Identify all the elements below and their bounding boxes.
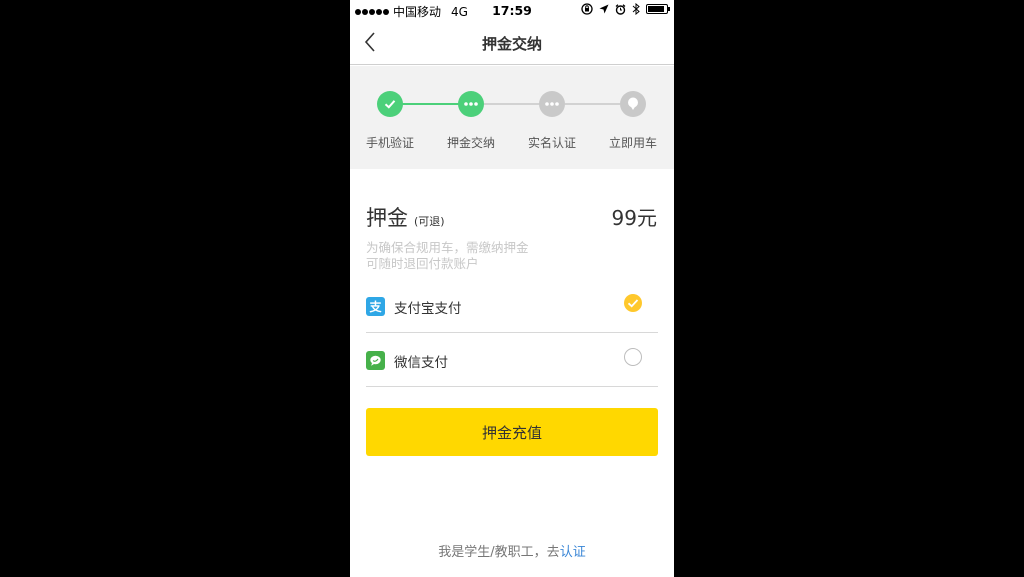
step-label: 手机验证 [365,136,414,150]
step-connector [565,103,620,105]
deposit-refundable-note: (可退) [414,215,445,228]
deposit-desc-line: 为确保合规用车，需缴纳押金 [366,240,529,255]
student-auth-link[interactable]: 认证 [560,545,586,560]
student-auth-text: 我是学生/教职工，去 [438,545,560,560]
battery-icon [646,4,670,14]
step-connector-done [402,103,459,105]
status-bar: 中国移动 4G 17:59 [350,0,674,20]
step-label: 押金交纳 [446,136,495,150]
payment-option-label: 支付宝支付 [394,301,462,317]
payment-option-alipay[interactable]: 支 支付宝支付 [366,283,658,333]
wechat-icon [366,351,385,370]
step-current-icon [458,91,484,117]
page-title: 押金交纳 [481,35,542,53]
check-icon [384,100,396,109]
alipay-icon: 支 [366,297,385,316]
deposit-amount: 99元 [611,206,657,230]
progress-steps: 手机验证 押金交纳 实名认证 立即用车 [350,66,674,169]
orientation-lock-icon [581,3,593,15]
deposit-recharge-button[interactable]: 押金充值 [366,408,658,456]
payment-option-wechat[interactable]: 微信支付 [366,337,658,387]
step-label: 实名认证 [527,136,576,150]
more-dots-icon [545,102,559,106]
step-connector [484,103,540,105]
student-auth-prompt: 我是学生/教职工，去认证 [350,541,674,560]
deposit-description: 为确保合规用车，需缴纳押金 可随时退回付款账户 [366,240,529,271]
alarm-icon [615,3,626,15]
step-done-icon [377,91,403,117]
location-pin-icon [628,97,638,110]
deposit-title: 押金 [366,206,408,230]
radio-unchecked-icon[interactable] [624,348,642,366]
deposit-desc-line: 可随时退回付款账户 [366,255,479,271]
step-final-icon [620,91,646,117]
step-label: 立即用车 [608,136,657,150]
radio-checked-icon[interactable] [624,294,642,312]
bluetooth-icon [632,3,640,15]
deposit-heading: 押金 (可退) [366,202,445,232]
location-arrow-icon [599,4,609,14]
more-dots-icon [464,102,478,106]
svg-text:支: 支 [368,299,382,314]
step-pending-icon [539,91,565,117]
nav-bar: 押金交纳 [350,20,674,65]
payment-option-label: 微信支付 [394,355,448,371]
phone-screen: 中国移动 4G 17:59 押金交纳 手机验证 押金交纳 实名认证 立即用车 押… [350,0,674,577]
